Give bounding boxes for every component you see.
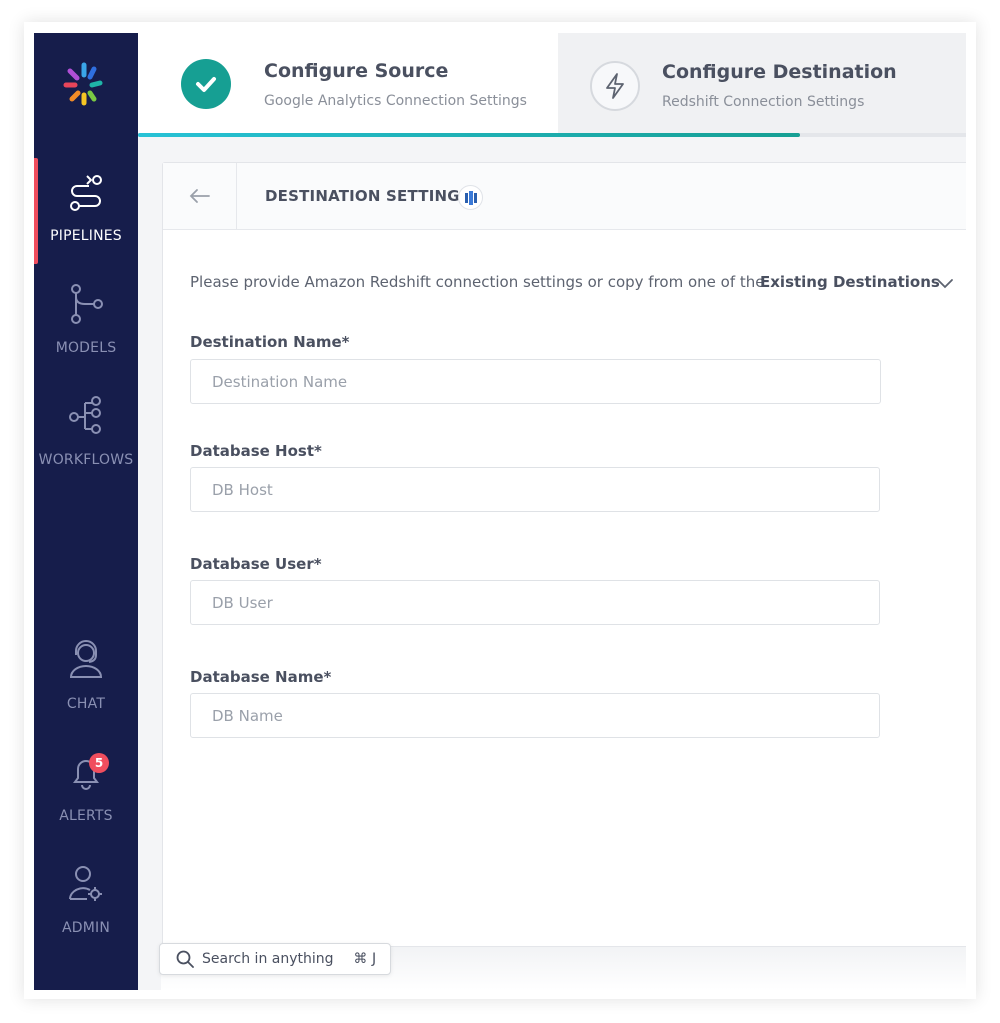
lightning-icon [590, 61, 640, 111]
sidebar-item-workflows[interactable]: WORKFLOWS [34, 382, 138, 482]
sidebar-item-chat[interactable]: CHAT [34, 626, 138, 726]
step-title: Configure Source [264, 60, 449, 82]
sidebar-item-label: PIPELINES [50, 228, 122, 244]
intro-text: Please provide Amazon Redshift connectio… [190, 273, 765, 291]
sidebar-item-label: CHAT [66, 696, 106, 712]
database-host-label: Database Host* [190, 442, 322, 460]
existing-destinations-dropdown[interactable]: Existing Destinations [760, 273, 940, 291]
arrow-left-icon [189, 189, 210, 203]
step-title: Configure Destination [662, 61, 897, 83]
sidebar: PIPELINES MODELS WORKFLOWS CHAT ALERTS 5… [34, 33, 138, 990]
chevron-down-icon[interactable] [935, 275, 955, 291]
sidebar-item-admin[interactable]: ADMIN [34, 850, 138, 950]
panel-title: DESTINATION SETTINGS [265, 187, 471, 205]
redshift-icon [458, 185, 483, 210]
chat-icon [66, 638, 106, 682]
search-shortcut: ⌘ J [353, 951, 377, 967]
search-icon [176, 950, 194, 968]
check-icon [181, 59, 231, 109]
pipelines-icon [66, 170, 106, 214]
workflows-icon [66, 394, 106, 438]
sidebar-item-label: ADMIN [61, 920, 111, 936]
wizard-progress-track [138, 133, 966, 137]
sidebar-item-label: MODELS [55, 340, 117, 356]
destination-settings-panel: DESTINATION SETTINGS Please provide Amaz… [162, 162, 966, 990]
models-icon [66, 282, 106, 326]
admin-icon [66, 862, 106, 906]
database-user-label: Database User* [190, 555, 322, 573]
step-configure-source[interactable]: Configure Source Google Analytics Connec… [138, 33, 558, 133]
destination-name-label: Destination Name* [190, 333, 350, 351]
database-host-input[interactable] [190, 467, 880, 512]
alerts-count-badge: 5 [89, 753, 109, 773]
database-name-input[interactable] [190, 693, 880, 738]
destination-name-input[interactable] [190, 359, 881, 404]
sidebar-item-alerts[interactable]: ALERTS [34, 738, 138, 838]
database-name-label: Database Name* [190, 668, 332, 686]
sidebar-item-label: WORKFLOWS [38, 452, 134, 468]
wizard-progress-fill [138, 133, 801, 137]
sidebar-item-pipelines[interactable]: PIPELINES [34, 158, 138, 258]
panel-header: DESTINATION SETTINGS [163, 163, 966, 230]
back-button[interactable] [163, 163, 237, 229]
global-search-button[interactable]: Search in anything ⌘ J [159, 943, 391, 975]
wizard-stepper: Configure Source Google Analytics Connec… [138, 33, 966, 137]
step-configure-destination[interactable]: Configure Destination Redshift Connectio… [558, 33, 966, 133]
search-placeholder: Search in anything [202, 951, 334, 967]
step-subtitle: Redshift Connection Settings [662, 94, 865, 110]
app-logo-icon[interactable] [54, 55, 114, 115]
step-subtitle: Google Analytics Connection Settings [264, 93, 527, 109]
database-user-input[interactable] [190, 580, 880, 625]
sidebar-item-label: ALERTS [59, 808, 113, 824]
sidebar-item-models[interactable]: MODELS [34, 270, 138, 370]
app-window: PIPELINES MODELS WORKFLOWS CHAT ALERTS 5… [34, 33, 966, 990]
